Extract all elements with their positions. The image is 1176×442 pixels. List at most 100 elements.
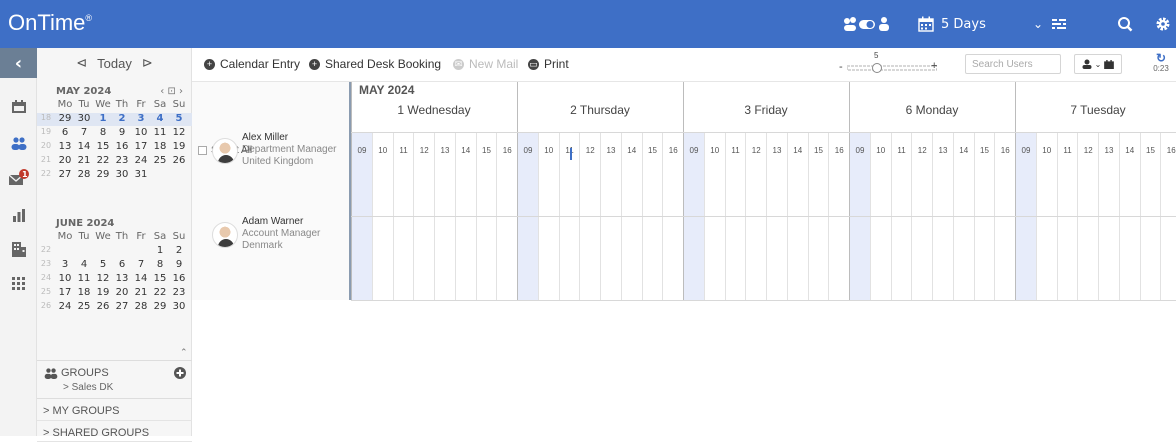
mini-calendar-day[interactable]: 30 — [171, 301, 187, 312]
week-number[interactable]: 23 — [40, 259, 52, 268]
mini-calendar-day[interactable]: 26 — [95, 301, 111, 312]
zoom-control[interactable]: 5 - + — [839, 51, 939, 77]
schedule-grid[interactable]: 1 Wednesday 09 10 11 12 13 14 15 16 2 Thursday 09 1… — [351, 82, 1176, 301]
mini-calendar-day[interactable]: 13 — [57, 141, 73, 152]
week-number[interactable]: 21 — [40, 155, 52, 164]
view-dropdown-chevron[interactable]: ⌄ — [1033, 0, 1043, 48]
mini-calendar-day[interactable]: 29 — [152, 301, 168, 312]
avatar[interactable] — [212, 222, 238, 248]
filter-button[interactable] — [1052, 0, 1066, 48]
mini-calendar-day[interactable]: 21 — [76, 155, 92, 166]
mini-calendar-day[interactable]: 3 — [133, 113, 149, 124]
mini-calendar-day[interactable]: 29 — [95, 169, 111, 180]
week-number[interactable]: 20 — [40, 141, 52, 150]
print-button[interactable]: ▭ Print — [528, 57, 569, 71]
mini-calendar-day[interactable]: 4 — [152, 113, 168, 124]
week-number[interactable]: 22 — [40, 245, 52, 254]
mini-calendar-day[interactable]: 16 — [114, 141, 130, 152]
week-number[interactable]: 19 — [40, 127, 52, 136]
mini-calendar-day[interactable]: 18 — [152, 141, 168, 152]
mini-calendar-day[interactable]: 19 — [171, 141, 187, 152]
rail-people[interactable] — [0, 131, 37, 155]
next-period-icon[interactable]: ⊳ — [142, 55, 153, 71]
mini-calendar-day[interactable]: 15 — [152, 273, 168, 284]
calendar-entry-button[interactable]: + Calendar Entry — [204, 57, 300, 71]
mini-calendar-day[interactable]: 26 — [171, 155, 187, 166]
mini-calendar-day[interactable]: 12 — [171, 127, 187, 138]
mini-calendar-day[interactable]: 1 — [152, 245, 168, 256]
rail-apps[interactable] — [0, 271, 37, 295]
rail-calendar[interactable] — [0, 94, 37, 118]
new-mail-button[interactable]: ✉ New Mail — [453, 57, 518, 71]
mini-calendar-day[interactable]: 30 — [76, 113, 92, 124]
mini-calendar-day[interactable]: 1 — [95, 113, 111, 124]
mini-calendar-day[interactable]: 25 — [152, 155, 168, 166]
week-number[interactable]: 22 — [40, 169, 52, 178]
week-number[interactable]: 26 — [40, 301, 52, 310]
week-number[interactable]: 18 — [40, 113, 52, 122]
mini-calendar-day[interactable]: 28 — [76, 169, 92, 180]
view-mode-toggle[interactable] — [842, 0, 890, 48]
mini-calendar-day[interactable]: 14 — [76, 141, 92, 152]
rail-rooms[interactable] — [0, 237, 37, 261]
avatar[interactable] — [212, 138, 238, 164]
mini-calendar-day[interactable]: 22 — [152, 287, 168, 298]
mini-calendar-day[interactable]: 6 — [57, 127, 73, 138]
shared-desk-booking-button[interactable]: + Shared Desk Booking — [309, 57, 441, 71]
week-number[interactable]: 24 — [40, 273, 52, 282]
app-logo[interactable]: OnTime® — [8, 10, 92, 36]
mini-calendar-day[interactable]: 5 — [171, 113, 187, 124]
select-all-checkbox[interactable] — [198, 146, 207, 155]
mini-calendar-day[interactable]: 2 — [171, 245, 187, 256]
mini-calendar-day[interactable]: 19 — [95, 287, 111, 298]
mini-calendar-day[interactable]: 13 — [114, 273, 130, 284]
mini-calendar-day[interactable]: 22 — [95, 155, 111, 166]
mini-calendar-day[interactable]: 27 — [57, 169, 73, 180]
mini-calendar-day[interactable]: 4 — [76, 259, 92, 270]
collapse-calendars-icon[interactable]: ⌃ — [180, 348, 188, 358]
mini-calendar-day[interactable]: 30 — [114, 169, 130, 180]
current-group[interactable]: > Sales DK — [63, 382, 113, 393]
mini-calendar-day[interactable]: 15 — [95, 141, 111, 152]
mini-calendar-day[interactable]: 28 — [133, 301, 149, 312]
mini-calendar-day[interactable]: 16 — [171, 273, 187, 284]
zoom-out-icon[interactable]: - — [839, 61, 843, 73]
mini-calendar-day[interactable]: 31 — [133, 169, 149, 180]
mini-calendar-day[interactable]: 21 — [133, 287, 149, 298]
collapse-panel-button[interactable]: ‹ — [0, 48, 37, 78]
mini-calendar-day[interactable]: 11 — [152, 127, 168, 138]
settings-button[interactable] — [1155, 0, 1171, 48]
rail-reports[interactable] — [0, 203, 37, 227]
mini-calendar-day[interactable]: 20 — [57, 155, 73, 166]
search-users-input[interactable]: Search Users — [965, 54, 1061, 74]
user-picker[interactable]: ⌄ — [1074, 54, 1122, 74]
my-groups-link[interactable]: > MY GROUPS — [37, 400, 192, 421]
mini-calendar-day[interactable]: 20 — [114, 287, 130, 298]
mini-calendar-day[interactable]: 5 — [95, 259, 111, 270]
mini-calendar-day[interactable]: 8 — [152, 259, 168, 270]
mini-calendar-day[interactable]: 10 — [57, 273, 73, 284]
mini-calendar-day[interactable]: 8 — [95, 127, 111, 138]
mini-calendar-day[interactable]: 3 — [57, 259, 73, 270]
mini-calendar-day[interactable]: 18 — [76, 287, 92, 298]
mini-calendar-day[interactable]: 6 — [114, 259, 130, 270]
refresh-button[interactable]: ↻ 0:23 — [1150, 52, 1172, 78]
mini-calendar-day[interactable]: 11 — [76, 273, 92, 284]
mini-calendar-day[interactable]: 25 — [76, 301, 92, 312]
view-selector[interactable]: 5 Days — [918, 0, 986, 48]
mini-calendar-day[interactable]: 17 — [57, 287, 73, 298]
schedule-row[interactable] — [351, 216, 1176, 300]
search-button[interactable] — [1117, 0, 1133, 48]
mini-calendar-day[interactable]: 9 — [171, 259, 187, 270]
mini-calendar-day[interactable]: 24 — [57, 301, 73, 312]
mini-calendar-nav-icon[interactable]: ‹ ⊡ › — [160, 86, 183, 97]
groups-header[interactable]: GROUPS > Sales DK — [37, 361, 192, 399]
schedule-row[interactable] — [351, 132, 1176, 216]
previous-period-icon[interactable]: ⊲ — [76, 55, 87, 71]
mini-calendar-day[interactable]: 24 — [133, 155, 149, 166]
mini-calendar-day[interactable]: 12 — [95, 273, 111, 284]
mini-calendar-day[interactable]: 9 — [114, 127, 130, 138]
shared-groups-link[interactable]: > SHARED GROUPS — [37, 422, 192, 442]
mini-calendar-day[interactable]: 2 — [114, 113, 130, 124]
mini-calendar-day[interactable]: 23 — [171, 287, 187, 298]
